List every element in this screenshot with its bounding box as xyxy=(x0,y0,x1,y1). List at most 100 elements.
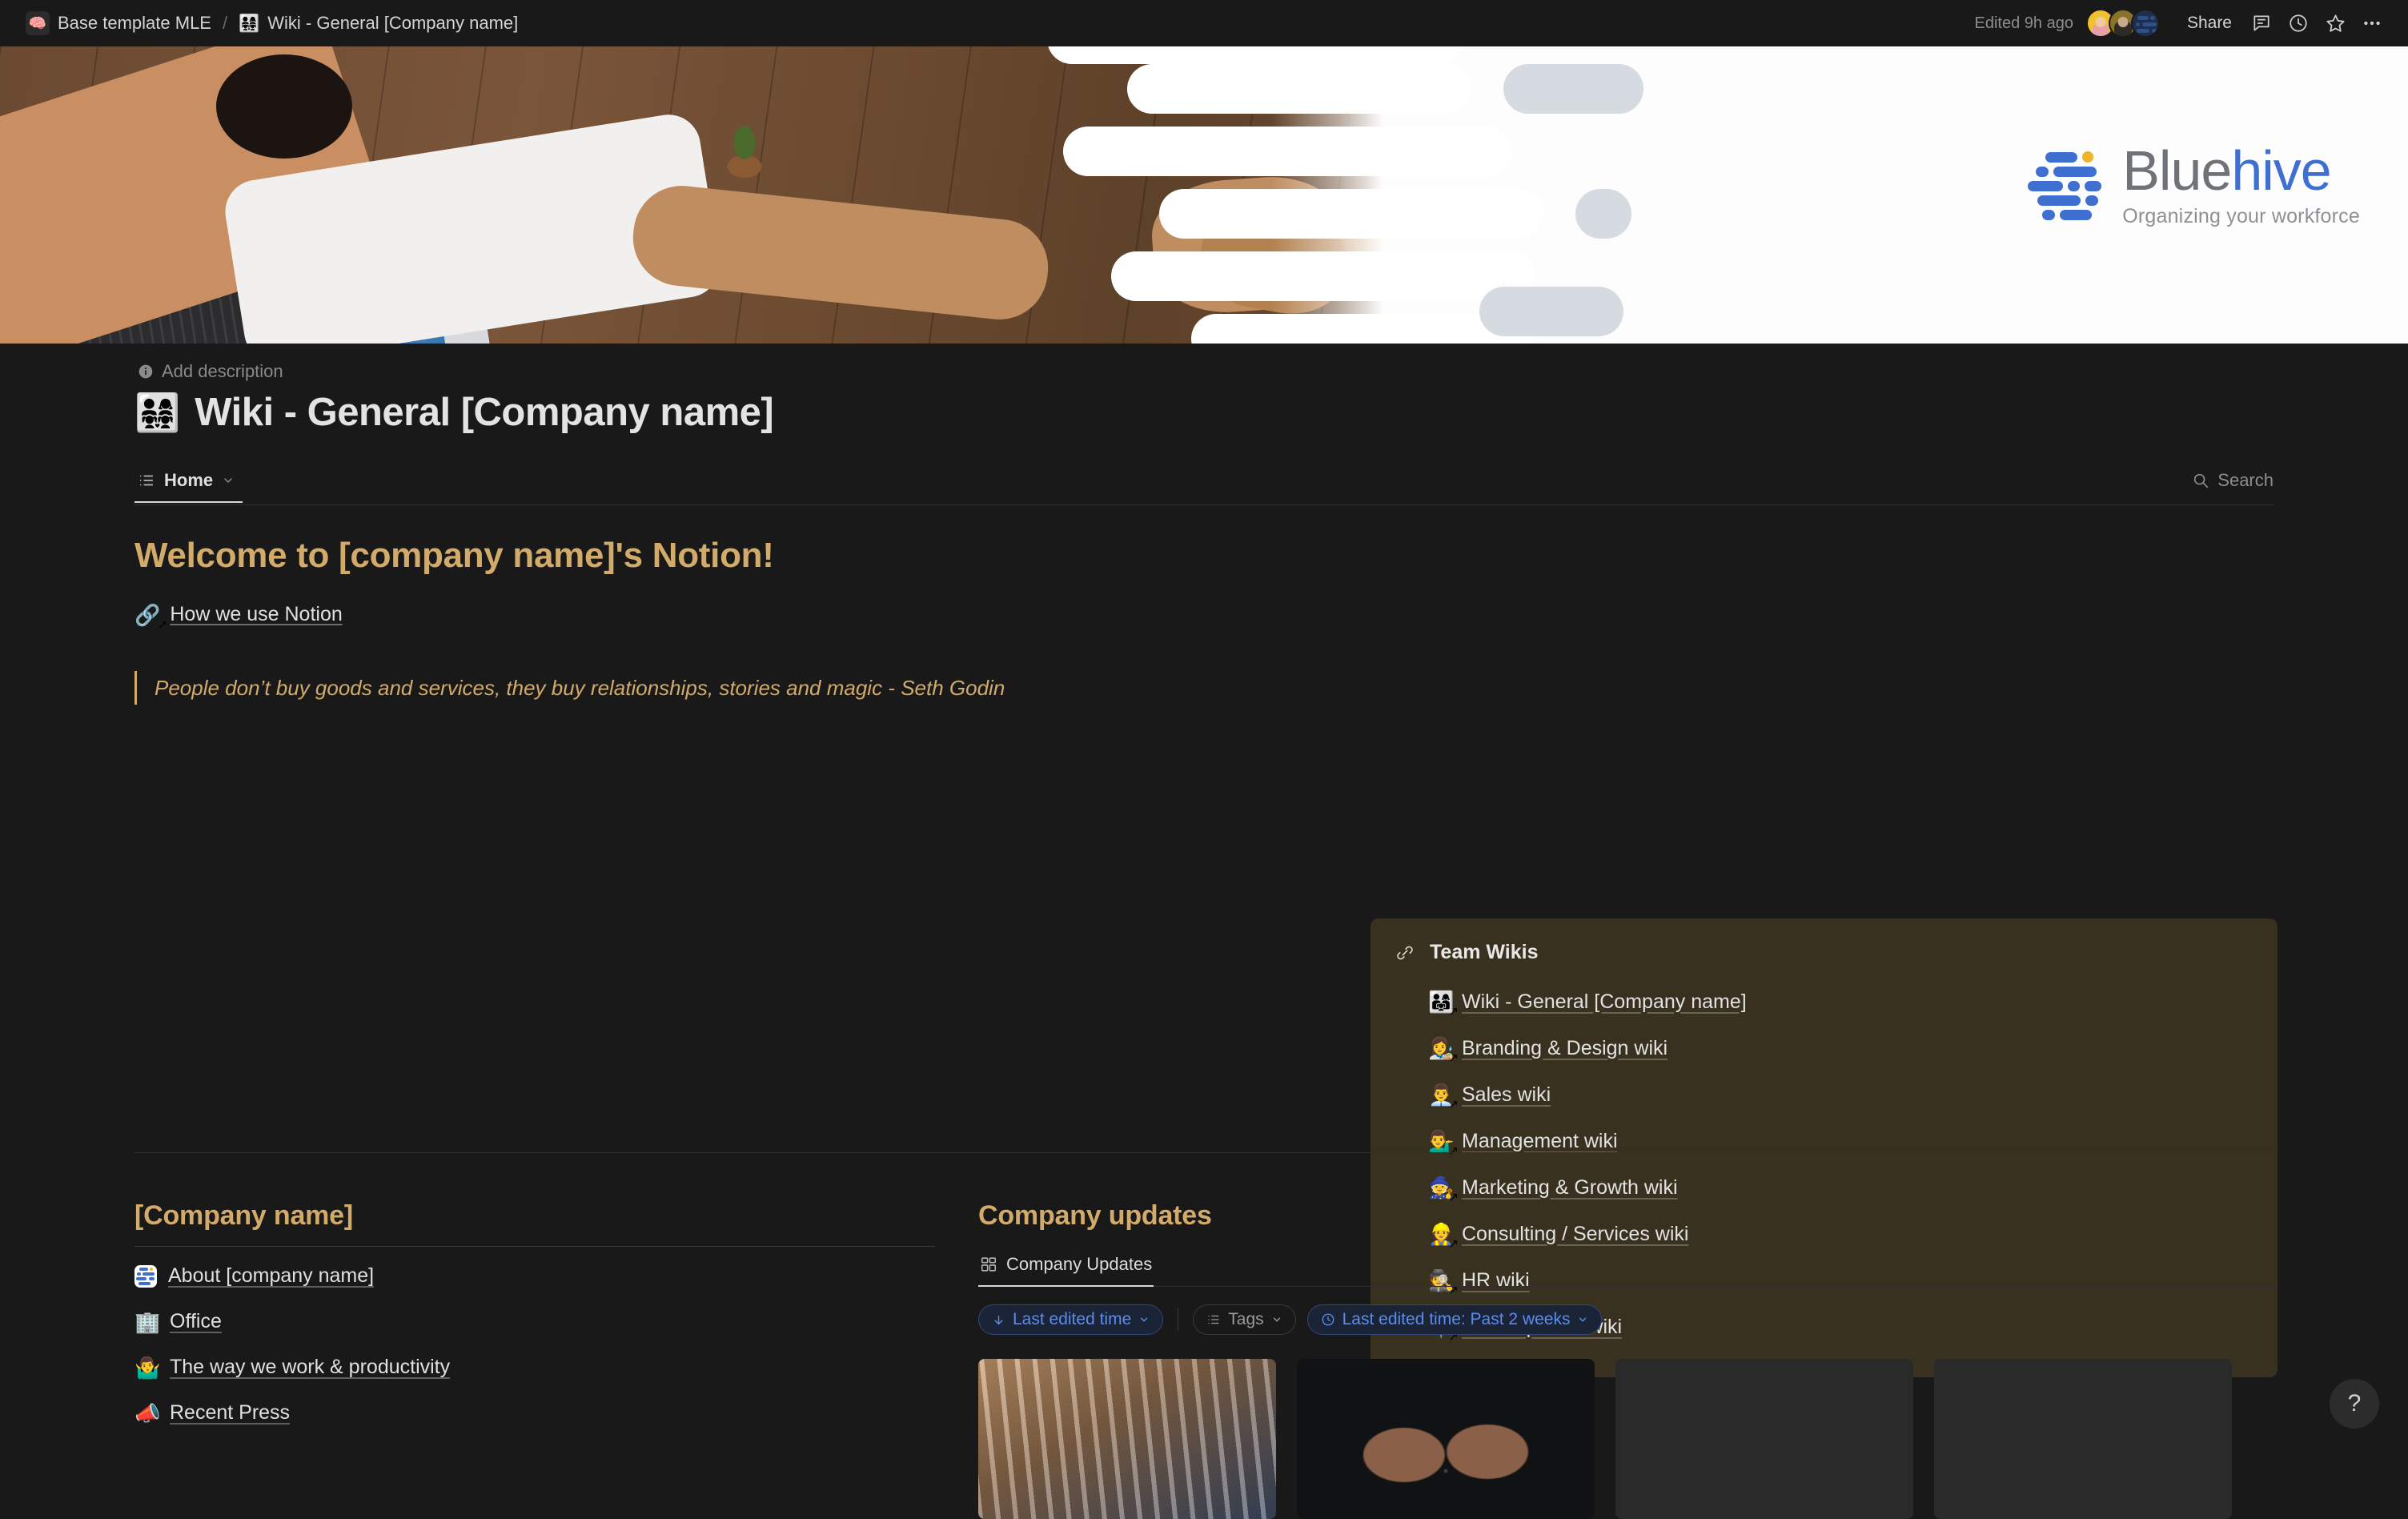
history-icon[interactable] xyxy=(2282,6,2315,40)
divider xyxy=(134,1246,935,1247)
bluehive-logo: Bluehive Organizing your workforce xyxy=(2028,143,2360,228)
wiki-emoji-icon: 👨‍👩‍👧 ↗ xyxy=(1428,990,1459,1019)
comment-icon[interactable] xyxy=(2245,6,2278,40)
arrow-down-icon xyxy=(992,1313,1005,1327)
company-updates-section: Company updates Company Updates Last edi… xyxy=(978,1200,2275,1519)
company-section: [Company name] About [company name] 🏢 Of… xyxy=(134,1200,935,1436)
search-icon xyxy=(2192,472,2209,489)
share-button[interactable]: Share xyxy=(2177,9,2241,38)
gallery-card[interactable] xyxy=(978,1359,1276,1519)
list-item[interactable]: 👩‍🎨 ↗ Branding & Design wiki xyxy=(1428,1025,2250,1071)
list-item-label: Branding & Design wiki xyxy=(1462,1036,1668,1059)
add-description-label: Add description xyxy=(162,361,283,381)
megaphone-icon: 📣 xyxy=(134,1400,161,1425)
callout-title: Team Wikis xyxy=(1430,941,1539,963)
wiki-emoji-icon: 💁‍♂️ ↗ xyxy=(1428,1129,1459,1158)
collaborator-avatars[interactable] xyxy=(2085,9,2160,38)
chevron-down-icon xyxy=(1271,1314,1282,1325)
list-icon xyxy=(138,472,155,489)
list-item[interactable]: 👨‍👩‍👧 ↗ Wiki - General [Company name] xyxy=(1428,979,2250,1025)
list-item-label: Sales wiki xyxy=(1462,1083,1551,1106)
link-way-we-work[interactable]: 🤷‍♂️ The way we work & productivity xyxy=(134,1344,935,1390)
breadcrumb: 🧠 Base template MLE / 👨‍👩‍👧‍👧 Wiki - Gen… xyxy=(19,8,524,38)
gallery-card[interactable] xyxy=(1615,1359,1913,1519)
link-about-company[interactable]: About [company name] xyxy=(134,1253,935,1299)
arrow-out-icon: ↗ xyxy=(1448,1005,1459,1019)
family-icon: 👨‍👩‍👧‍👧 xyxy=(239,14,260,33)
breadcrumb-workspace[interactable]: 🧠 Base template MLE xyxy=(19,8,218,38)
breadcrumb-workspace-label: Base template MLE xyxy=(58,13,211,33)
tab-home-label: Home xyxy=(164,469,214,490)
breadcrumb-separator: / xyxy=(222,13,228,33)
arrow-out-icon: ↗ xyxy=(157,617,168,632)
link-about-company-label: About [company name] xyxy=(168,1264,375,1287)
clock-icon xyxy=(1321,1312,1335,1327)
list-icon xyxy=(1206,1312,1221,1327)
link-how-we-use-notion-label: How we use Notion xyxy=(170,603,343,625)
company-section-heading: [Company name] xyxy=(134,1200,354,1231)
list-item-label: Management wiki xyxy=(1462,1129,1618,1152)
link-recent-press-label: Recent Press xyxy=(170,1401,291,1424)
logo-tagline: Organizing your workforce xyxy=(2122,205,2360,227)
filter-chip-tags-label: Tags xyxy=(1228,1310,1264,1328)
link-office-label: Office xyxy=(170,1310,222,1332)
shrug-icon: 🤷‍♂️ xyxy=(134,1355,161,1380)
gallery-card[interactable] xyxy=(1934,1359,2232,1519)
filter-chip-tags[interactable]: Tags xyxy=(1193,1304,1296,1335)
link-way-we-work-label: The way we work & productivity xyxy=(170,1356,451,1378)
gallery-card[interactable] xyxy=(1297,1359,1595,1519)
section-divider xyxy=(134,1152,2274,1153)
logo-wordmark: Bluehive xyxy=(2122,143,2360,199)
search-button[interactable]: Search xyxy=(2192,470,2274,497)
family-icon: 👨‍👩‍👧‍👧 xyxy=(134,392,181,433)
list-item[interactable]: 💁‍♂️ ↗ Management wiki xyxy=(1428,1118,2250,1164)
wiki-emoji-icon: 🧙 ↗ xyxy=(1428,1175,1459,1204)
arrow-out-icon: ↗ xyxy=(1448,1051,1459,1065)
brain-icon: 🧠 xyxy=(26,11,50,35)
link-how-we-use-notion[interactable]: 🔗 ↗ How we use Notion xyxy=(134,602,1319,632)
link-icon xyxy=(1395,941,1415,963)
office-building-icon: 🏢 xyxy=(134,1309,161,1334)
database-view-tabs: Company Updates xyxy=(978,1249,2275,1287)
updates-section-heading: Company updates xyxy=(978,1200,1212,1231)
page-title-text: Wiki - General [Company name] xyxy=(195,391,774,434)
page-tabs: Home Search xyxy=(134,462,2274,505)
tab-home[interactable]: Home xyxy=(134,465,243,503)
link-recent-press[interactable]: 📣 Recent Press xyxy=(134,1390,935,1436)
page-body: Add description 👨‍👩‍👧‍👧 Wiki - General [… xyxy=(0,344,2408,1519)
bluehive-mark-icon xyxy=(2028,149,2102,223)
link-icon: 🔗 ↗ xyxy=(134,602,168,632)
breadcrumb-page[interactable]: 👨‍👩‍👧‍👧 Wiki - General [Company name] xyxy=(232,10,524,37)
filter-bar: Last edited time Tags Last edited time: … xyxy=(978,1304,2275,1335)
callout-header: Team Wikis xyxy=(1395,941,2250,964)
gallery-icon xyxy=(980,1256,997,1273)
top-bar: 🧠 Base template MLE / 👨‍👩‍👧‍👧 Wiki - Gen… xyxy=(0,0,2408,46)
add-description-button[interactable]: Add description xyxy=(138,361,283,382)
cover-image[interactable]: Bluehive Organizing your workforce xyxy=(0,46,2408,344)
list-item-label: Wiki - General [Company name] xyxy=(1462,990,1747,1013)
tab-company-updates-label: Company Updates xyxy=(1006,1254,1153,1274)
avatar[interactable] xyxy=(2130,9,2160,38)
star-icon[interactable] xyxy=(2318,6,2352,40)
arrow-out-icon: ↗ xyxy=(1448,1098,1459,1111)
page-title[interactable]: 👨‍👩‍👧‍👧 Wiki - General [Company name] xyxy=(134,390,774,435)
link-office[interactable]: 🏢 Office xyxy=(134,1299,935,1344)
chevron-down-icon xyxy=(1577,1314,1588,1325)
cover-brand-panel: Bluehive Organizing your workforce xyxy=(1047,46,2408,344)
list-item[interactable]: 👨‍💼 ↗ Sales wiki xyxy=(1428,1071,2250,1118)
top-bar-actions: Edited 9h ago Share xyxy=(1975,6,2389,40)
last-edited-label: Edited 9h ago xyxy=(1974,14,2073,32)
search-label: Search xyxy=(2217,469,2274,490)
help-button[interactable]: ? xyxy=(2330,1379,2379,1429)
breadcrumb-page-label: Wiki - General [Company name] xyxy=(267,13,519,33)
tab-company-updates[interactable]: Company Updates xyxy=(978,1249,1162,1287)
welcome-block: Welcome to [company name]'s Notion! 🔗 ↗ H… xyxy=(134,536,1319,705)
sort-chip-last-edited-time[interactable]: Last edited time xyxy=(978,1304,1164,1335)
more-icon[interactable] xyxy=(2355,6,2389,40)
gallery-cards xyxy=(978,1359,2275,1519)
chevron-down-icon[interactable] xyxy=(222,474,235,487)
filter-chip-last-edited-range[interactable]: Last edited time: Past 2 weeks xyxy=(1306,1304,1603,1335)
welcome-heading: Welcome to [company name]'s Notion! xyxy=(134,536,774,575)
logo-word-blue: Blue xyxy=(2122,139,2232,202)
quote-block: People don’t buy goods and services, the… xyxy=(134,671,1175,705)
